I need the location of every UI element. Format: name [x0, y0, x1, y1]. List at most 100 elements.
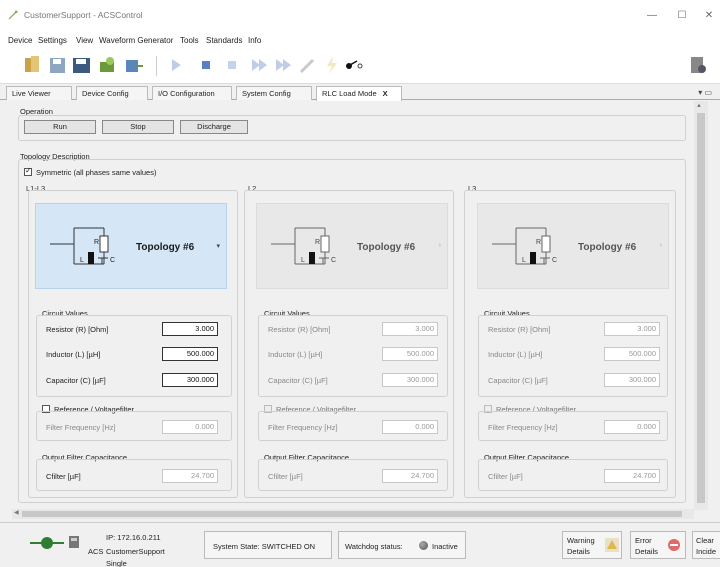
- svg-text:L: L: [301, 257, 305, 264]
- status-bar: ACS IP: 172.16.0.211 CustomerSupport Sin…: [0, 522, 720, 567]
- tab-system-config[interactable]: System Config: [236, 86, 312, 100]
- tab-device-config[interactable]: Device Config: [76, 86, 148, 100]
- tab-label: RLC Load Mode: [322, 89, 377, 98]
- resistor-input: 3.000: [604, 322, 660, 336]
- error-details-button[interactable]: Error Details: [630, 531, 686, 559]
- warning-details-label: Details: [567, 547, 590, 556]
- vertical-scrollbar[interactable]: ▲: [694, 101, 708, 510]
- scroll-left-icon[interactable]: ◀: [14, 509, 19, 516]
- tab-label: I/O Configuration: [158, 89, 215, 98]
- svg-text:R: R: [315, 239, 320, 246]
- menu-bar: Device Settings View Waveform Generator …: [0, 34, 720, 48]
- svg-text:R: R: [94, 239, 99, 246]
- tab-label: Device Config: [82, 89, 129, 98]
- watchdog-value: Inactive: [432, 542, 458, 551]
- capacitor-input: 300.000: [382, 373, 438, 387]
- cfilter-label: Cfilter [µF]: [488, 472, 523, 481]
- save-as-icon[interactable]: [72, 54, 92, 76]
- export-icon[interactable]: [124, 54, 144, 76]
- rlc-load-panel: Operation Run Stop Discharge Topology De…: [12, 101, 692, 510]
- menu-standards[interactable]: Standards: [206, 36, 242, 45]
- chevron-right-icon: ›: [438, 242, 441, 249]
- forward-icon[interactable]: [272, 54, 292, 76]
- svg-text:C: C: [552, 257, 557, 264]
- resistor-label: Resistor (R) [Ohm]: [46, 325, 109, 334]
- error-details-label: Details: [635, 547, 658, 556]
- chevron-right-icon: ›: [659, 242, 662, 249]
- toolbar-separator: [156, 56, 157, 76]
- capacitor-input: 300.000: [604, 373, 660, 387]
- topology-selector[interactable]: R L C Topology #6 ›: [256, 203, 448, 289]
- topology-name: Topology #6: [578, 242, 637, 253]
- acs-label: ACS: [88, 547, 104, 556]
- maximize-icon[interactable]: ☐: [671, 8, 693, 24]
- discharge-button[interactable]: Discharge: [180, 120, 248, 134]
- pause-icon[interactable]: [222, 54, 242, 76]
- tools-icon[interactable]: [298, 54, 318, 76]
- warning-label: Warning: [567, 536, 595, 545]
- inductor-label: Inductor (L) [µH]: [268, 350, 323, 359]
- device-icon: [69, 536, 79, 548]
- warning-details-button[interactable]: Warning Details: [562, 531, 622, 559]
- pin-dropdown-icon[interactable]: ▾ ▭: [698, 88, 712, 97]
- menu-device[interactable]: Device: [8, 36, 32, 45]
- step-icon[interactable]: [248, 54, 268, 76]
- stop-button[interactable]: Stop: [102, 120, 174, 134]
- flash-icon[interactable]: [322, 54, 342, 76]
- menu-waveform[interactable]: Waveform Generator: [99, 36, 173, 45]
- tab-label: System Config: [242, 89, 291, 98]
- capacitor-input[interactable]: 300.000: [162, 373, 218, 387]
- scroll-up-icon[interactable]: ▲: [696, 103, 702, 109]
- circuit-diagram-icon: R L C: [50, 227, 115, 265]
- resistor-label: Resistor (R) [Ohm]: [268, 325, 331, 334]
- inductor-input: 500.000: [382, 347, 438, 361]
- device-settings-icon[interactable]: [688, 54, 708, 76]
- inductor-input[interactable]: 500.000: [162, 347, 218, 361]
- svg-text:L: L: [80, 257, 84, 264]
- scroll-thumb[interactable]: [697, 113, 705, 503]
- menu-view[interactable]: View: [76, 36, 93, 45]
- topology-selector[interactable]: R L C Topology #6 ›: [477, 203, 669, 289]
- menu-info[interactable]: Info: [248, 36, 261, 45]
- cfilter-input: 24.700: [604, 469, 660, 483]
- symmetric-label: Symmetric (all phases same values): [36, 168, 157, 177]
- run-button[interactable]: Run: [24, 120, 96, 134]
- topology-selector[interactable]: R L C Topology #6 ▾: [35, 203, 227, 289]
- clear-incidents-button[interactable]: Clear Incide: [692, 531, 720, 559]
- app-icon: [8, 10, 18, 20]
- close-icon[interactable]: ✕: [698, 8, 720, 24]
- save-icon[interactable]: [48, 54, 68, 76]
- capacitor-label: Capacitor (C) [µF]: [268, 376, 328, 385]
- menu-tools[interactable]: Tools: [180, 36, 199, 45]
- capacitor-label: Capacitor (C) [µF]: [488, 376, 548, 385]
- tab-strip: Live Viewer Device Config I/O Configurat…: [0, 86, 720, 101]
- inductor-label: Inductor (L) [µH]: [488, 350, 543, 359]
- tab-close-icon[interactable]: X: [383, 89, 388, 98]
- resistor-label: Resistor (R) [Ohm]: [488, 325, 551, 334]
- config-icon[interactable]: [98, 54, 118, 76]
- filter-frequency-input[interactable]: 0.000: [162, 420, 218, 434]
- resistor-input[interactable]: 3.000: [162, 322, 218, 336]
- symmetric-checkbox[interactable]: [24, 166, 32, 176]
- device-mode: Single: [106, 559, 127, 567]
- play-icon[interactable]: [166, 54, 186, 76]
- tab-live-viewer[interactable]: Live Viewer: [6, 86, 72, 100]
- connect-icon[interactable]: [344, 54, 364, 76]
- filter-frequency-label: Filter Frequency [Hz]: [488, 423, 558, 432]
- stop-icon[interactable]: [196, 54, 216, 76]
- tab-rlc-load-mode[interactable]: RLC Load Mode X: [316, 86, 402, 101]
- chevron-down-icon[interactable]: ▾: [216, 242, 220, 250]
- filter-frequency-label: Filter Frequency [Hz]: [268, 423, 338, 432]
- cfilter-label: Cfilter [µF]: [46, 472, 81, 481]
- cfilter-input[interactable]: 24.700: [162, 469, 218, 483]
- scroll-thumb[interactable]: [22, 511, 682, 517]
- tab-io-configuration[interactable]: I/O Configuration: [152, 86, 232, 100]
- circuit-diagram-icon: R L C: [492, 227, 557, 265]
- horizontal-scrollbar[interactable]: ◀: [12, 509, 694, 519]
- clear-label: Clear: [696, 536, 714, 545]
- menu-settings[interactable]: Settings: [38, 36, 67, 45]
- watchdog-led-icon: [419, 541, 428, 550]
- open-icon[interactable]: [22, 54, 42, 76]
- topology-name: Topology #6: [136, 242, 195, 253]
- minimize-icon[interactable]: —: [641, 8, 663, 24]
